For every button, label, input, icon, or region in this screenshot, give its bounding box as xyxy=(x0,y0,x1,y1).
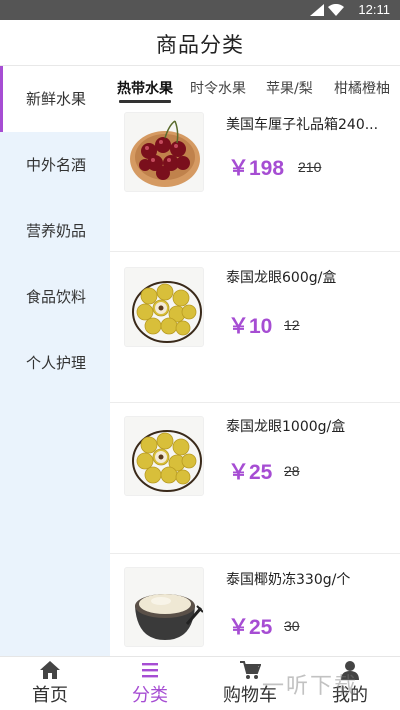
product-card[interactable]: 泰国椰奶冻330g/个 ￥25 30 xyxy=(110,555,400,656)
tab-label: 分类 xyxy=(132,685,168,706)
category-sidebar: 新鲜水果 中外名酒 营养奶品 食品饮料 个人护理 xyxy=(0,66,110,656)
signal-icon xyxy=(310,4,324,16)
product-name: 泰国龙眼600g/盒 xyxy=(226,270,337,286)
cherries-image xyxy=(124,112,204,192)
menu-icon xyxy=(142,663,158,678)
tab-tropical-fruit[interactable]: 热带水果 xyxy=(117,78,173,103)
tab-home[interactable]: 首页 xyxy=(0,657,100,710)
product-list: 美国车厘子礼品箱240... ￥198 210 泰国龙眼600g/盒 ￥10 1… xyxy=(110,106,400,656)
longan-image xyxy=(124,267,204,347)
product-card[interactable]: 泰国龙眼600g/盒 ￥10 12 xyxy=(110,253,400,403)
subcategory-tabs: 热带水果 时令水果 苹果/梨 柑橘橙柚 xyxy=(110,66,400,106)
longan-image xyxy=(124,416,204,496)
title-bar: 商品分类 xyxy=(0,20,400,66)
sidebar-item-personal-care[interactable]: 个人护理 xyxy=(0,330,110,396)
coconut-pudding-image xyxy=(124,567,204,647)
product-card[interactable]: 泰国龙眼1000g/盒 ￥25 28 xyxy=(110,404,400,554)
sidebar-item-label: 食品饮料 xyxy=(26,288,87,306)
sidebar-item-food-drinks[interactable]: 食品饮料 xyxy=(0,264,110,330)
tab-citrus[interactable]: 柑橘橙柚 xyxy=(334,78,390,98)
page-title: 商品分类 xyxy=(156,33,244,57)
sidebar-item-wine[interactable]: 中外名酒 xyxy=(0,132,110,198)
sidebar-item-dairy[interactable]: 营养奶品 xyxy=(0,198,110,264)
product-price: ￥25 xyxy=(228,461,273,484)
status-time: 12:11 xyxy=(358,2,390,17)
tab-seasonal-fruit[interactable]: 时令水果 xyxy=(190,78,246,98)
sidebar-item-label: 个人护理 xyxy=(26,354,87,372)
sidebar-item-label: 营养奶品 xyxy=(26,222,87,240)
watermark: 一听下载 xyxy=(262,674,359,699)
tab-label: 首页 xyxy=(32,685,68,706)
product-original-price: 30 xyxy=(284,618,300,634)
product-original-price: 12 xyxy=(284,317,300,333)
sidebar-item-label: 中外名酒 xyxy=(26,156,87,174)
product-original-price: 210 xyxy=(298,159,322,175)
tab-apple-pear[interactable]: 苹果/梨 xyxy=(266,78,313,98)
product-name: 美国车厘子礼品箱240... xyxy=(226,117,379,133)
product-name: 泰国龙眼1000g/盒 xyxy=(226,419,346,435)
sidebar-item-label: 新鲜水果 xyxy=(26,90,87,108)
wifi-icon xyxy=(328,4,344,16)
sidebar-item-fresh-fruit[interactable]: 新鲜水果 xyxy=(0,66,110,132)
product-price: ￥10 xyxy=(228,315,273,338)
cart-icon xyxy=(240,661,261,679)
product-card[interactable]: 美国车厘子礼品箱240... ￥198 210 xyxy=(110,106,400,252)
product-original-price: 28 xyxy=(284,463,300,479)
product-price: ￥25 xyxy=(228,616,273,639)
status-bar: 12:11 xyxy=(0,0,400,20)
product-price: ￥198 xyxy=(228,157,285,180)
home-icon xyxy=(40,661,60,679)
product-name: 泰国椰奶冻330g/个 xyxy=(226,572,351,588)
tab-category[interactable]: 分类 xyxy=(100,657,200,710)
